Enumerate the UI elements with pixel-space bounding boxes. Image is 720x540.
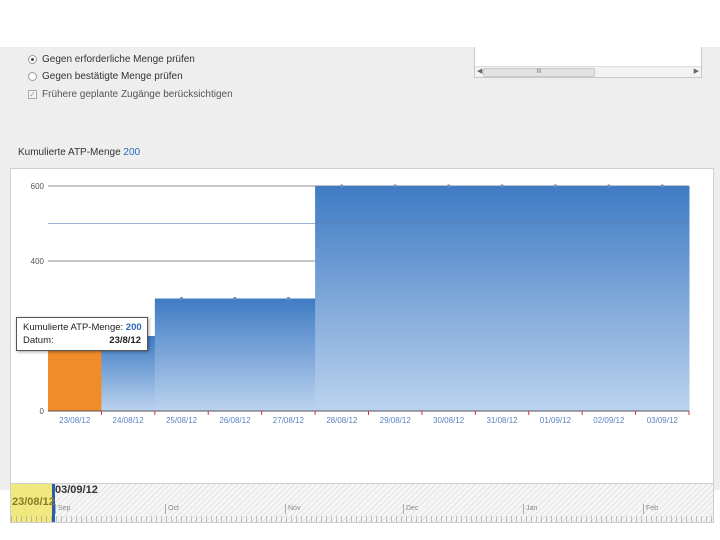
radio-required-option[interactable]: Gegen erforderliche Menge prüfen <box>28 52 195 66</box>
area-step <box>261 298 316 411</box>
timeline-navigator[interactable]: 23/08/12 03/09/12 Sep Oct Nov Dec Jan Fe… <box>10 483 714 523</box>
radio-required-label: Gegen erforderliche Menge prüfen <box>42 53 195 65</box>
area-step <box>368 186 423 411</box>
x-tick-label: 24/08/12 <box>113 416 145 425</box>
data-point <box>607 184 611 188</box>
scroll-left-icon[interactable]: ◀ <box>477 67 482 77</box>
x-tick-label: 02/09/12 <box>593 416 625 425</box>
data-point <box>233 296 237 301</box>
x-tick-label: 29/08/12 <box>380 416 412 425</box>
area-step <box>475 186 530 411</box>
atp-settings-panel: Gegen erforderliche Menge prüfen Gegen b… <box>0 47 720 523</box>
chart-tooltip: Kumulierte ATP-Menge: 200 Datum: 23/8/12 <box>16 317 148 351</box>
x-tick-label: 01/09/12 <box>540 416 572 425</box>
data-point <box>286 296 290 301</box>
data-point <box>393 184 397 188</box>
checkbox-earlier-label: Frühere geplante Zugänge berücksichtigen <box>42 88 233 100</box>
radio-confirmed[interactable] <box>28 71 37 81</box>
x-tick-label: 28/08/12 <box>326 416 358 425</box>
horizontal-scrollbar[interactable]: ◀ III ▶ <box>475 66 701 77</box>
cumulative-atp-value: 200 <box>123 147 141 158</box>
data-point <box>500 184 504 188</box>
navigator-month: Sep <box>55 504 70 514</box>
tooltip-label: Kumulierte ATP-Menge: <box>23 322 124 333</box>
navigator-month: Oct <box>165 504 179 514</box>
data-point <box>179 296 184 301</box>
x-tick-label: 25/08/12 <box>166 416 198 425</box>
radio-confirmed-label: Gegen bestätigte Menge prüfen <box>42 70 183 82</box>
navigator-ticks <box>11 516 713 522</box>
navigator-end-label: 03/09/12 <box>55 484 98 496</box>
x-tick-label: 27/08/12 <box>273 416 305 425</box>
area-step <box>582 186 637 411</box>
x-tick-label: 03/09/12 <box>647 416 679 425</box>
area-step <box>154 298 209 411</box>
area-step <box>208 298 263 411</box>
listbox[interactable]: ◀ III ▶ <box>474 47 702 78</box>
navigator-month: Dec <box>403 504 418 514</box>
x-tick-label: 23/08/12 <box>59 416 91 425</box>
area-step <box>528 186 583 411</box>
y-tick-label: 0 <box>40 407 45 416</box>
cumulative-atp-label: Kumulierte ATP-Menge <box>18 147 121 158</box>
navigator-month: Nov <box>285 504 300 514</box>
tooltip-date-value: 23/8/12 <box>109 335 141 346</box>
cumulative-atp-summary: Kumulierte ATP-Menge 200 <box>18 147 140 158</box>
data-point <box>660 184 664 188</box>
data-point <box>340 184 344 188</box>
checkbox-earlier-option[interactable]: ✓ Frühere geplante Zugänge berücksichtig… <box>28 87 233 101</box>
x-tick-label: 31/08/12 <box>486 416 518 425</box>
radio-required[interactable] <box>28 54 37 64</box>
navigator-month: Jan <box>523 504 537 514</box>
area-step <box>421 186 476 411</box>
y-tick-label: 600 <box>31 182 45 191</box>
x-tick-label: 26/08/12 <box>219 416 251 425</box>
navigator-start-label: 23/08/12 <box>12 496 55 508</box>
tooltip-date-label: Datum: <box>23 335 54 346</box>
navigator-month: Feb <box>643 504 658 514</box>
tooltip-value: 200 <box>125 322 142 333</box>
scrollbar-thumb[interactable]: III <box>483 68 595 77</box>
radio-confirmed-option[interactable]: Gegen bestätigte Menge prüfen <box>28 69 183 83</box>
checkbox-earlier[interactable]: ✓ <box>28 89 37 99</box>
y-tick-label: 400 <box>31 257 45 266</box>
x-tick-label: 30/08/12 <box>433 416 465 425</box>
scroll-right-icon[interactable]: ▶ <box>694 67 699 77</box>
data-point <box>447 184 451 188</box>
data-point <box>553 184 558 188</box>
area-step <box>315 186 369 411</box>
area-step <box>635 186 690 411</box>
